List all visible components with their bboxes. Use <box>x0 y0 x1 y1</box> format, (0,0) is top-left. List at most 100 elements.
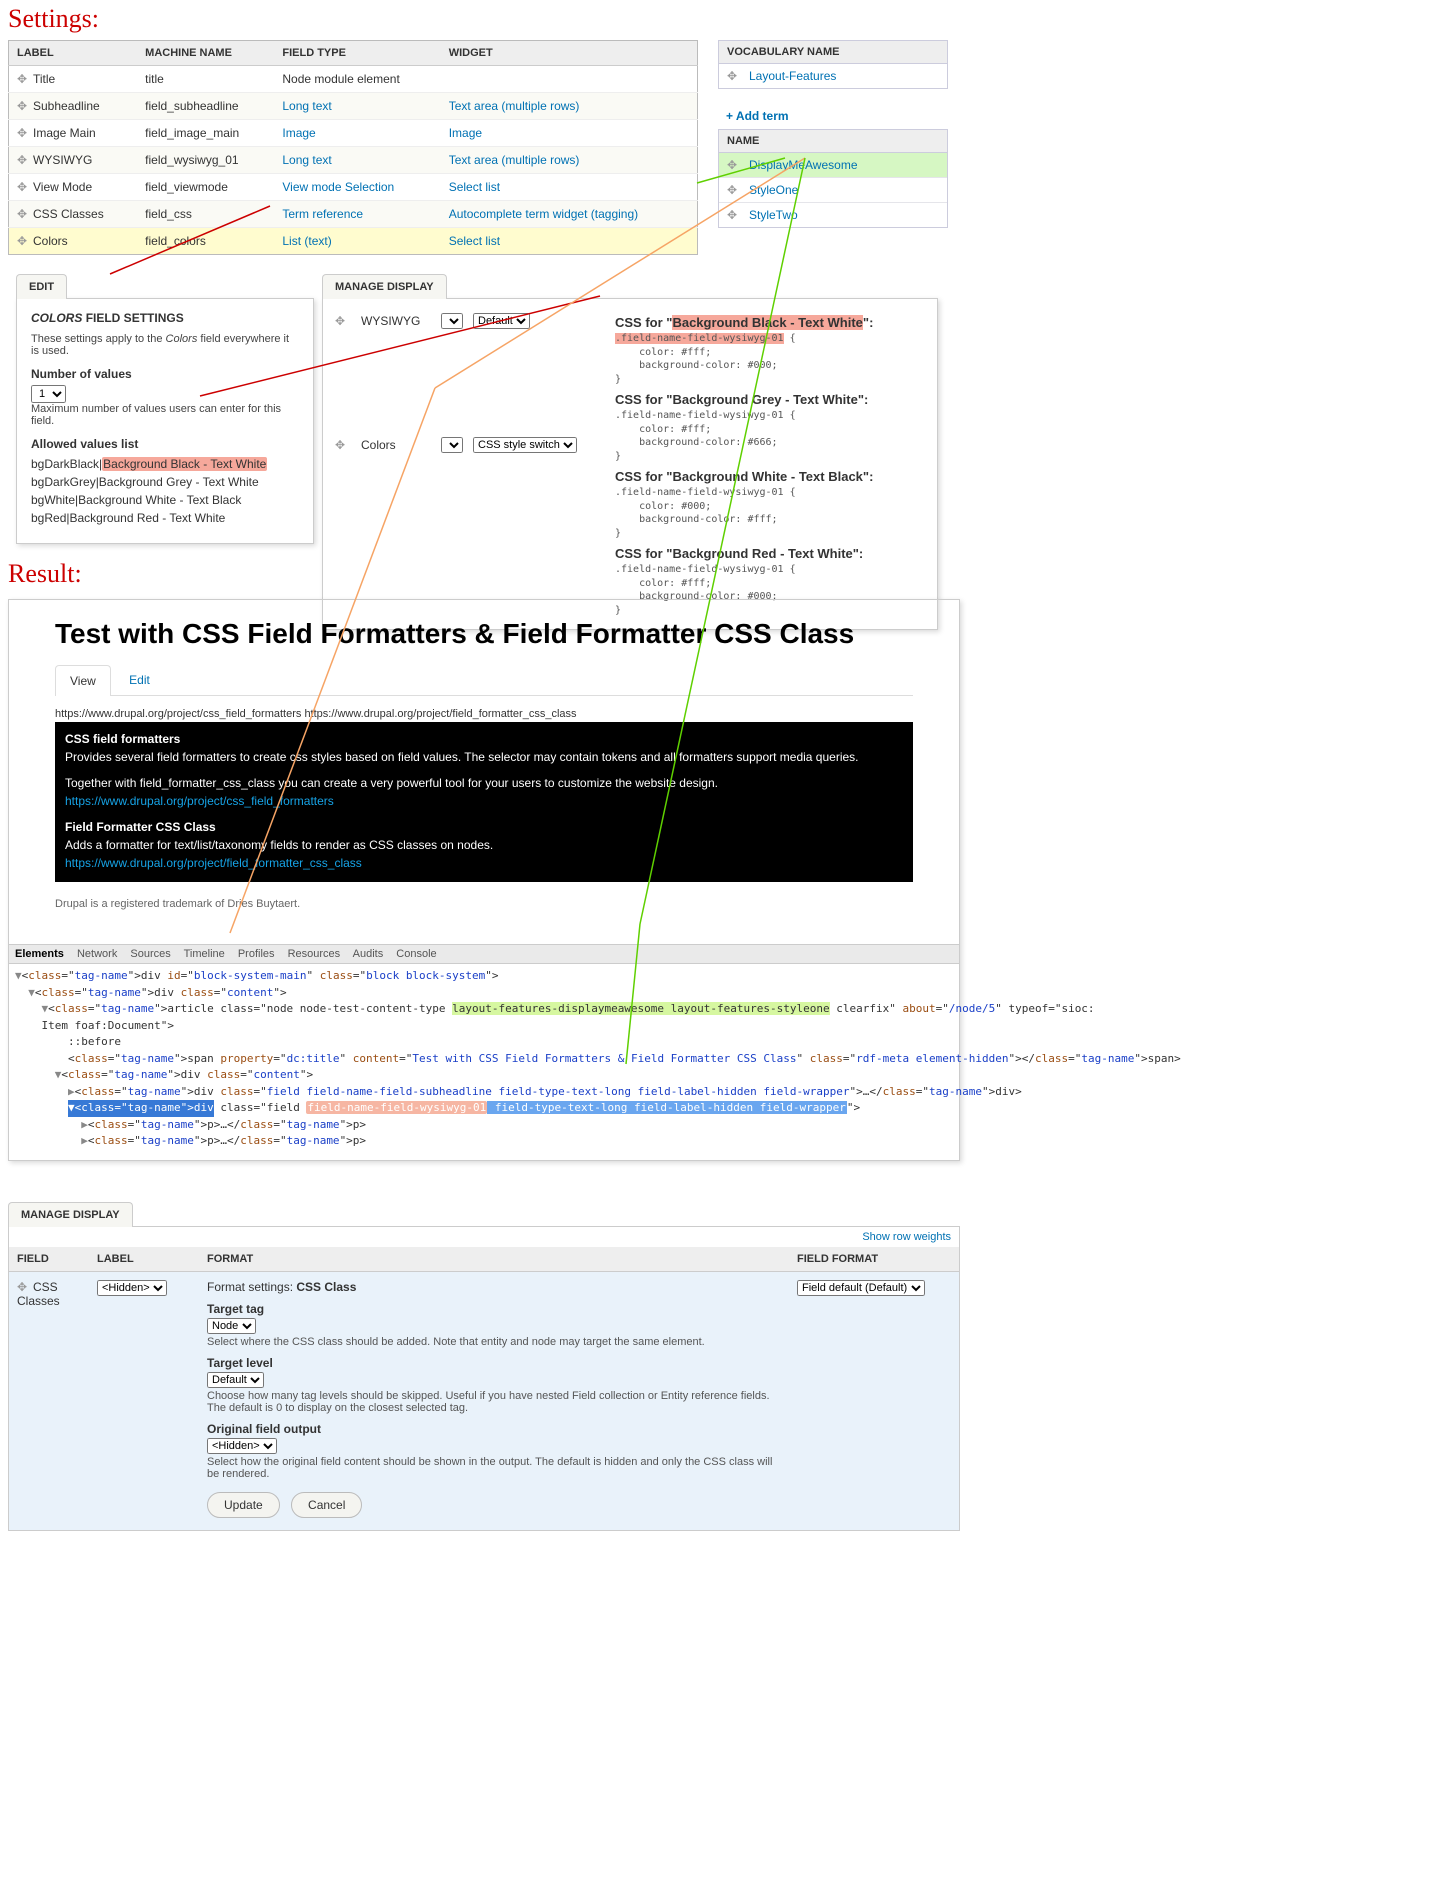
table-row[interactable]: ✥Title title Node module element <box>9 66 698 93</box>
drag-icon[interactable]: ✥ <box>17 207 27 221</box>
drag-icon[interactable]: ✥ <box>17 180 27 194</box>
col-label2: LABEL <box>89 1247 199 1271</box>
field-type-link[interactable]: Term reference <box>282 207 363 221</box>
display-row[interactable]: ✥ WYSIWYG Default <box>335 309 605 333</box>
result-panel: Test with CSS Field Formatters & Field F… <box>8 599 960 1161</box>
trademark: Drupal is a registered trademark of Drie… <box>55 898 913 910</box>
drag-icon[interactable]: ✥ <box>17 1280 27 1294</box>
widget-link[interactable]: Image <box>449 126 482 140</box>
allowed-value-line: bgDarkGrey|Background Grey - Text White <box>31 473 299 491</box>
blk-link2[interactable]: https://www.drupal.org/project/field_for… <box>65 856 362 870</box>
update-button[interactable]: Update <box>207 1492 280 1518</box>
field-type-link[interactable]: View mode Selection <box>282 180 394 194</box>
term-item[interactable]: ✥DisplayMeAwesome <box>719 153 947 177</box>
css-code: .field-name-field-wysiwyg-01 { color: #f… <box>615 332 925 386</box>
target-tag-select[interactable]: Node <box>207 1318 256 1334</box>
devtab[interactable]: Sources <box>130 948 170 960</box>
vocabulary-box: VOCABULARY NAME ✥ Layout-Features <box>718 40 948 89</box>
target-level-label: Target level <box>207 1356 781 1370</box>
fields-table: LABEL MACHINE NAME FIELD TYPE WIDGET ✥Ti… <box>8 40 698 255</box>
annotation-settings-title: Settings: <box>8 4 960 34</box>
drag-icon[interactable]: ✥ <box>17 234 27 248</box>
term-item[interactable]: ✥StyleTwo <box>719 202 947 227</box>
table-row[interactable]: ✥Subheadline field_subheadline Long text… <box>9 93 698 120</box>
table-row[interactable]: ✥WYSIWYG field_wysiwyg_01 Long text Text… <box>9 147 698 174</box>
row-label-select[interactable]: <Hidden> <box>97 1280 167 1296</box>
tab-edit[interactable]: Edit <box>114 664 165 695</box>
drag-icon[interactable]: ✥ <box>17 153 27 167</box>
col-field: FIELD <box>9 1247 89 1271</box>
format-settings-title: Format settings: CSS Class <box>207 1280 781 1294</box>
blk-p2: Together with field_formatter_css_class … <box>65 774 903 792</box>
col-fieldformat: FIELD FORMAT <box>789 1247 959 1271</box>
drag-icon[interactable]: ✥ <box>335 438 345 452</box>
manage-display-2: MANAGE DISPLAY Show row weights FIELD LA… <box>8 1201 960 1531</box>
devtab[interactable]: Network <box>77 948 117 960</box>
manage-display-tab-2[interactable]: MANAGE DISPLAY <box>8 1202 133 1227</box>
blk-p3: Adds a formatter for text/list/taxonomy … <box>65 836 903 854</box>
drag-icon[interactable]: ✥ <box>335 314 345 328</box>
tab-view[interactable]: View <box>55 665 111 696</box>
field-type-link[interactable]: List (text) <box>282 234 331 248</box>
devtab[interactable]: Profiles <box>238 948 275 960</box>
widget-link[interactable]: Select list <box>449 180 500 194</box>
widget-link[interactable]: Text area (multiple rows) <box>449 153 580 167</box>
allowed-value-line: bgDarkBlack|Background Black - Text Whit… <box>31 455 299 473</box>
devtools-elements[interactable]: ▼<class="tag-name">div id="block-system-… <box>9 964 959 1160</box>
devtab[interactable]: Timeline <box>184 948 225 960</box>
css-code: .field-name-field-wysiwyg-01 { color: #0… <box>615 486 925 540</box>
devtab-elements[interactable]: Elements <box>15 948 64 960</box>
edit-tab[interactable]: EDIT <box>16 274 67 299</box>
drag-icon[interactable]: ✥ <box>17 72 27 86</box>
format-select[interactable]: CSS style switch <box>473 437 577 453</box>
devtools-tabs[interactable]: Elements Network Sources Timeline Profil… <box>9 944 959 964</box>
vocab-item[interactable]: ✥ Layout-Features <box>719 64 947 88</box>
table-row[interactable]: ✥View Mode field_viewmode View mode Sele… <box>9 174 698 201</box>
target-level-select[interactable]: Default <box>207 1372 264 1388</box>
drag-icon[interactable]: ✥ <box>727 69 737 83</box>
show-row-weights[interactable]: Show row weights <box>9 1227 959 1247</box>
col-widget: WIDGET <box>441 41 698 66</box>
manage-display-tab[interactable]: MANAGE DISPLAY <box>322 274 447 299</box>
cancel-button[interactable]: Cancel <box>291 1492 362 1518</box>
devtab[interactable]: Resources <box>288 948 341 960</box>
num-values-select[interactable]: 1 <box>31 385 66 403</box>
result-tabs: View Edit <box>55 664 913 696</box>
field-settings-title: COLORS FIELD SETTINGS <box>31 311 299 325</box>
table-row[interactable]: ✥Colors field_colors List (text) Select … <box>9 228 698 255</box>
table-row[interactable]: ✥Image Main field_image_main Image Image <box>9 120 698 147</box>
term-item[interactable]: ✥StyleOne <box>719 177 947 202</box>
drag-icon[interactable]: ✥ <box>17 126 27 140</box>
col-format: FORMAT <box>199 1247 789 1271</box>
label-select[interactable] <box>441 313 463 329</box>
widget-link[interactable]: Autocomplete term widget (tagging) <box>449 207 638 221</box>
page-title: Test with CSS Field Formatters & Field F… <box>55 618 913 650</box>
field-settings-desc: These settings apply to the Colors field… <box>31 333 299 357</box>
drag-icon[interactable]: ✥ <box>727 208 737 222</box>
display-row[interactable]: ✥ Colors CSS style switch <box>335 433 605 457</box>
drag-icon[interactable]: ✥ <box>727 183 737 197</box>
css-title: CSS for "Background Grey - Text White": <box>615 392 925 407</box>
drag-icon[interactable]: ✥ <box>17 99 27 113</box>
devtab[interactable]: Audits <box>353 948 384 960</box>
widget-link[interactable]: Text area (multiple rows) <box>449 99 580 113</box>
field-format-select[interactable]: Field default (Default) <box>797 1280 925 1296</box>
allowed-value-line: bgWhite|Background White - Text Black <box>31 491 299 509</box>
vocab-item-label[interactable]: Layout-Features <box>749 69 939 83</box>
blk-link1[interactable]: https://www.drupal.org/project/css_field… <box>65 794 334 808</box>
field-type-link[interactable]: Image <box>282 126 315 140</box>
add-term-link[interactable]: + Add term <box>718 103 948 129</box>
devtab[interactable]: Console <box>396 948 436 960</box>
field-type-link[interactable]: Long text <box>282 99 331 113</box>
field-type-link[interactable]: Long text <box>282 153 331 167</box>
widget-link[interactable]: Select list <box>449 234 500 248</box>
terms-header: NAME <box>719 130 947 153</box>
format-select[interactable]: Default <box>473 313 530 329</box>
orig-output-select[interactable]: <Hidden> <box>207 1438 277 1454</box>
col-label: LABEL <box>9 41 138 66</box>
blk-p1: Provides several field formatters to cre… <box>65 748 903 766</box>
drag-icon[interactable]: ✥ <box>727 158 737 172</box>
label-select[interactable] <box>441 437 463 453</box>
col-machine: MACHINE NAME <box>137 41 274 66</box>
table-row[interactable]: ✥CSS Classes field_css Term reference Au… <box>9 201 698 228</box>
